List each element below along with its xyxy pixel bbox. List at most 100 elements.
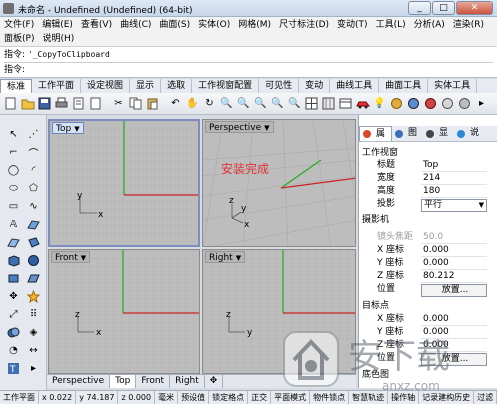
point-icon[interactable]: ⋰ — [26, 127, 41, 142]
environment-icon[interactable] — [406, 96, 421, 111]
viewport-tab-front[interactable]: Front — [136, 375, 171, 388]
properties-icon[interactable] — [71, 96, 86, 111]
viewport-perspective[interactable]: Perspective ▼ 安装完成 z y x — [202, 119, 356, 247]
boolean-icon[interactable] — [6, 325, 21, 340]
viewport-right[interactable]: Right ▼ z y — [202, 249, 356, 374]
panel-tab-1[interactable]: 图 — [392, 126, 423, 141]
pan-icon[interactable]: ✋ — [185, 96, 200, 111]
menu-item-10[interactable]: 分析(A) — [414, 19, 445, 32]
status-item-13[interactable]: 过滤 — [474, 391, 497, 404]
print-icon[interactable] — [54, 96, 69, 111]
render-icon[interactable]: ▸ — [26, 361, 41, 376]
explode-icon[interactable] — [26, 289, 41, 304]
rotate-view-icon[interactable]: ↻ — [202, 96, 217, 111]
zoom-selected-icon[interactable]: 🔍 — [270, 96, 285, 111]
circle-icon[interactable]: ◯ — [6, 163, 21, 178]
mesh-icon[interactable] — [6, 271, 21, 286]
surface-icon[interactable] — [26, 217, 41, 232]
menu-item-panel-0[interactable]: 面板(P) — [4, 33, 34, 46]
polyline-icon[interactable]: ⌐ — [6, 145, 21, 160]
text-icon[interactable]: 𝔸 — [6, 217, 21, 232]
lights-icon[interactable]: 💡 — [372, 96, 387, 111]
open-doc-icon[interactable] — [88, 96, 103, 111]
panel-tab-2[interactable]: 显 — [423, 126, 454, 141]
paste-icon[interactable] — [145, 96, 160, 111]
viewport-layout-icon[interactable] — [304, 96, 319, 111]
toolbar-tab-4[interactable]: 选取 — [161, 79, 193, 93]
menu-item-panel-1[interactable]: 说明(H) — [42, 33, 74, 46]
dimension-icon[interactable]: ↔ — [26, 343, 41, 358]
toolbar-tab-6[interactable]: 可见性 — [259, 79, 300, 93]
close-button[interactable]: ✕ — [456, 1, 493, 15]
rectangle-icon[interactable]: ▭ — [6, 199, 21, 214]
menu-item-8[interactable]: 变动(T) — [337, 19, 368, 32]
chevron-down-icon[interactable]: ▼ — [264, 124, 269, 132]
transform-icon[interactable]: ✥ — [6, 289, 21, 304]
status-item-8[interactable]: 平面模式 — [271, 391, 311, 404]
menu-item-1[interactable]: 编辑(E) — [42, 19, 73, 32]
viewport-title-perspective[interactable]: Perspective ▼ — [205, 121, 274, 133]
toolbar-tab-2[interactable]: 设定视图 — [81, 79, 131, 93]
menu-item-5[interactable]: 实体(O) — [198, 19, 230, 32]
extrude-icon[interactable] — [26, 235, 41, 250]
status-item-9[interactable]: 物件锁点 — [310, 391, 350, 404]
mesh-plane-icon[interactable] — [26, 271, 41, 286]
viewport-front[interactable]: Front ▼ z x — [48, 249, 200, 374]
panel-tab-3[interactable]: 说 — [454, 126, 485, 141]
cut-icon[interactable]: ✂ — [111, 96, 126, 111]
toolbar-tab-1[interactable]: 工作平面 — [32, 79, 82, 93]
chevron-down-icon[interactable]: ▼ — [81, 254, 86, 262]
viewport-prop-value[interactable]: 180 — [421, 186, 487, 198]
box-icon[interactable] — [6, 253, 21, 268]
camera-place-button[interactable]: 放置... — [421, 284, 487, 297]
arc-icon[interactable]: ◜ — [26, 163, 41, 178]
maximize-button[interactable]: □ — [432, 1, 455, 15]
toolbar-tab-10[interactable]: 实体工具 — [428, 79, 478, 93]
camera-coord-value[interactable]: 0.000 — [421, 245, 487, 257]
group-icon[interactable]: ◈ — [26, 325, 41, 340]
freeform-icon[interactable]: ∿ — [26, 199, 41, 214]
target-coord-value[interactable]: 0.000 — [421, 327, 487, 339]
sphere-icon[interactable] — [26, 253, 41, 268]
status-item-6[interactable]: 锁定格点 — [209, 391, 249, 404]
open-file-icon[interactable] — [20, 96, 35, 111]
render-settings-icon[interactable] — [423, 96, 438, 111]
viewport-title-front[interactable]: Front ▼ — [51, 251, 91, 263]
menu-item-2[interactable]: 查看(V) — [81, 19, 112, 32]
status-item-11[interactable]: 操作轴 — [388, 391, 420, 404]
menu-item-4[interactable]: 曲面(S) — [159, 19, 190, 32]
chevron-down-icon[interactable]: ▼ — [74, 125, 79, 133]
command-prompt-line[interactable]: 指令: — [4, 62, 493, 76]
menu-item-0[interactable]: 文件(F) — [4, 19, 34, 32]
select-arrow-icon[interactable]: ↖ — [6, 127, 21, 142]
viewport-tab-perspective[interactable]: Perspective — [47, 375, 111, 388]
menu-item-9[interactable]: 工具(L) — [376, 19, 406, 32]
camera-coord-value[interactable]: 80.212 — [421, 271, 487, 283]
scale-icon[interactable]: ⤢ — [6, 307, 21, 322]
named-view-icon[interactable] — [338, 96, 353, 111]
target-coord-value[interactable]: 0.000 — [421, 314, 487, 326]
zoom-window-icon[interactable]: 🔍 — [236, 96, 251, 111]
zoom-extents-icon[interactable]: 🔍 — [253, 96, 268, 111]
grid-options-icon[interactable] — [321, 96, 336, 111]
polygon-icon[interactable]: ⬠ — [26, 181, 41, 196]
rhino-icon[interactable] — [457, 96, 472, 111]
material-icon[interactable] — [389, 96, 404, 111]
chevron-down-icon[interactable]: ▼ — [236, 254, 241, 262]
minimize-button[interactable]: _ — [408, 1, 431, 15]
target-place-button[interactable]: 放置... — [421, 353, 487, 366]
toolbar-tab-0[interactable]: 标准 — [0, 79, 33, 93]
toolbar-tab-7[interactable]: 变动 — [299, 79, 331, 93]
render-car-icon[interactable] — [355, 96, 370, 111]
new-file-icon[interactable] — [3, 96, 18, 111]
status-item-12[interactable]: 记录建构历史 — [419, 391, 475, 404]
surface-edge-icon[interactable] — [6, 235, 21, 250]
panel-tab-0[interactable]: 属 — [359, 126, 393, 141]
zoom-dynamic-icon[interactable]: 🔍 — [287, 96, 302, 111]
zoom-icon[interactable]: 🔍 — [219, 96, 234, 111]
menu-item-3[interactable]: 曲线(C) — [120, 19, 151, 32]
viewport-prop-value[interactable]: 平行 ▼ — [421, 199, 487, 212]
viewport-top[interactable]: Top ▼ y x — [48, 119, 200, 247]
camera-coord-value[interactable]: 0.000 — [421, 258, 487, 270]
save-icon[interactable] — [37, 96, 52, 111]
